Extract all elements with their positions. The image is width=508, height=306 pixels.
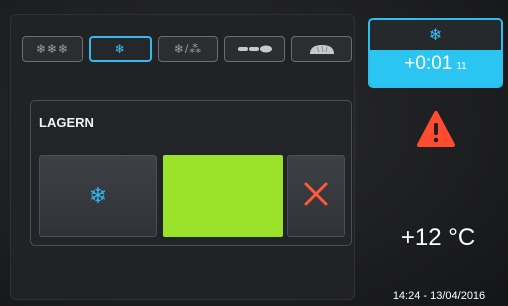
snowflake-proofing-icon: ❄/⁂	[173, 42, 203, 56]
triple-snowflake-icon: ❄❄❄	[35, 42, 69, 56]
timer-mode: ❄	[370, 20, 501, 50]
storage-title: LAGERN	[39, 115, 94, 130]
timer-value: +0:01	[404, 53, 453, 74]
warning-icon[interactable]	[416, 110, 456, 150]
main-panel: ❄❄❄ ❄ ❄/⁂ LAGERN ❄	[10, 14, 355, 300]
baguette-icon	[237, 44, 273, 54]
tab-bread[interactable]	[291, 36, 352, 62]
datetime: 14:24 - 13/04/2016	[392, 290, 486, 302]
snowflake-icon: ❄	[88, 183, 108, 208]
cancel-button[interactable]	[287, 155, 345, 237]
timer-seconds: 11	[456, 61, 467, 72]
bread-loaf-icon	[308, 43, 336, 55]
mode-tab-bar: ❄❄❄ ❄ ❄/⁂	[22, 36, 352, 64]
close-icon	[302, 180, 330, 213]
tab-freeze-proof[interactable]: ❄/⁂	[157, 36, 219, 62]
tab-baguette[interactable]	[224, 36, 286, 62]
snowflake-icon: ❄	[428, 27, 443, 44]
freeze-mode-button[interactable]: ❄	[39, 155, 157, 237]
tab-deep-freeze[interactable]: ❄❄❄	[22, 36, 83, 62]
snowflake-icon: ❄	[114, 42, 126, 56]
timer-display[interactable]: ❄ +0:01 11	[368, 18, 503, 88]
status-indicator[interactable]	[163, 155, 283, 237]
tab-freeze[interactable]: ❄	[88, 36, 152, 62]
temperature-readout: +12 °C	[400, 224, 476, 251]
storage-panel: LAGERN ❄	[30, 100, 352, 246]
timer-readout: +0:01 11	[370, 50, 501, 86]
